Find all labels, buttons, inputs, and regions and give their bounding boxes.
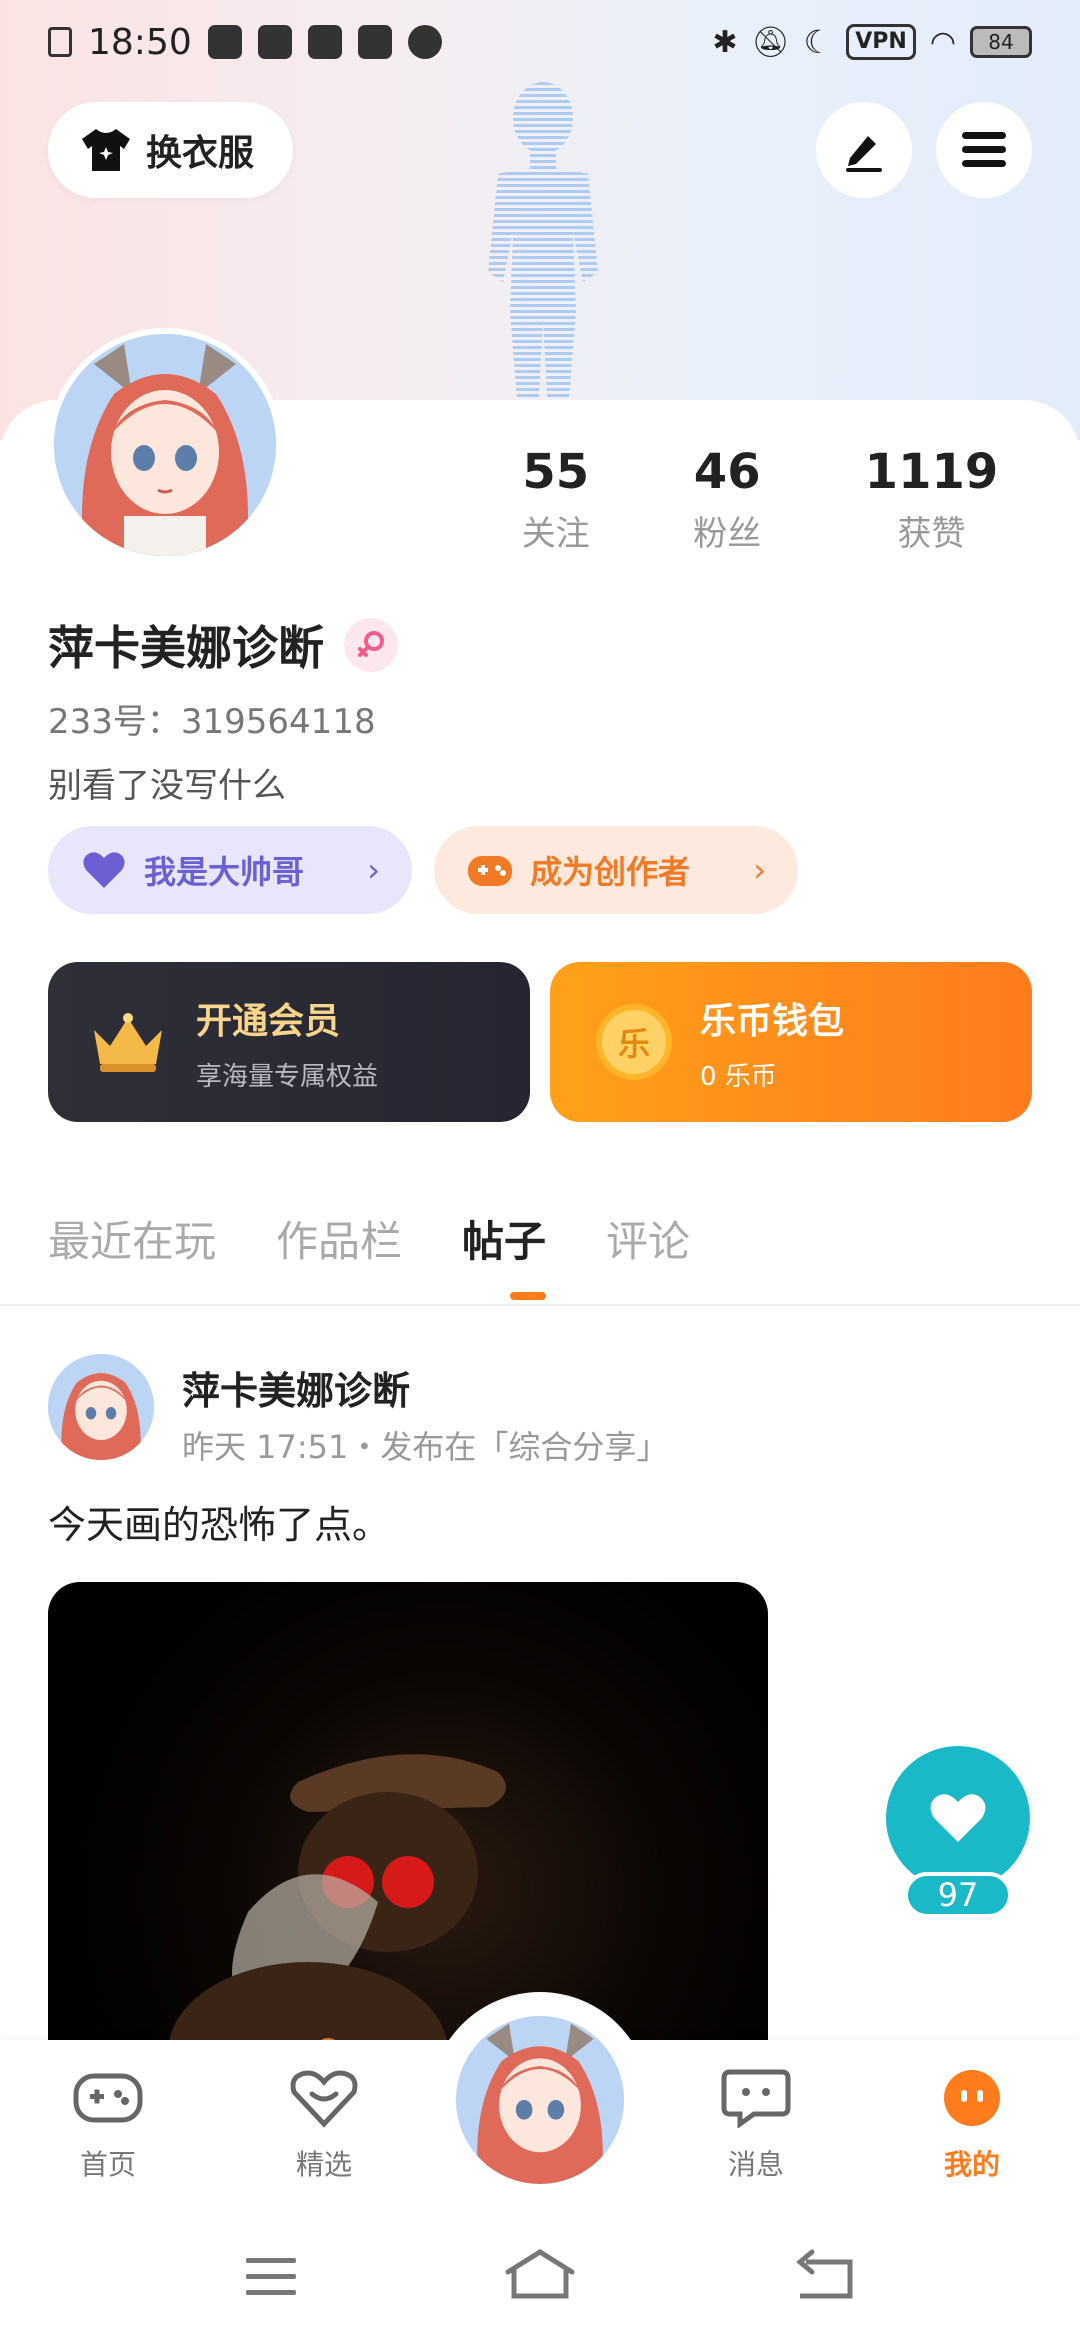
home-icon[interactable] bbox=[500, 2246, 580, 2306]
nav-me-label: 我的 bbox=[943, 2148, 1000, 2181]
stat-following[interactable]: 55 关注 bbox=[522, 444, 590, 555]
username-text: 萍卡美娜诊断 bbox=[48, 621, 324, 675]
vip-card-title: 开通会员 bbox=[196, 1000, 341, 1042]
bluetooth-icon: ✱ bbox=[712, 24, 738, 60]
app-notification-icon bbox=[207, 25, 242, 59]
face-icon bbox=[944, 2070, 1000, 2126]
anime-girl-avatar-image bbox=[456, 2016, 624, 2184]
back-icon[interactable] bbox=[790, 2246, 860, 2306]
nav-messages[interactable]: 消息 bbox=[686, 2068, 826, 2183]
battery-indicator: 84 bbox=[970, 26, 1032, 58]
menu-button[interactable] bbox=[936, 102, 1032, 198]
handsome-badge-label: 我是大帅哥 bbox=[144, 853, 305, 891]
tshirt-icon bbox=[82, 129, 130, 171]
post-author-name[interactable]: 萍卡美娜诊断 bbox=[182, 1360, 410, 1415]
stat-following-count: 55 bbox=[522, 444, 590, 500]
change-outfit-label: 换衣服 bbox=[146, 133, 255, 174]
chevron-right-icon: › bbox=[753, 851, 766, 889]
change-outfit-button[interactable]: 换衣服 bbox=[48, 102, 293, 198]
moon-icon: ☾ bbox=[803, 23, 833, 61]
gamepad-icon bbox=[468, 856, 512, 886]
stat-followers[interactable]: 46 粉丝 bbox=[693, 444, 761, 555]
stat-likes[interactable]: 1119 获赞 bbox=[865, 444, 999, 555]
mute-icon: 🔕︎ bbox=[751, 24, 790, 60]
wallet-card-title: 乐币钱包 bbox=[700, 1000, 845, 1042]
tab-comments[interactable]: 评论 bbox=[606, 1208, 690, 1269]
coin-icon-char: 乐 bbox=[617, 1025, 650, 1063]
anime-girl-avatar-image bbox=[48, 1354, 154, 1460]
recent-apps-icon[interactable] bbox=[236, 2246, 306, 2306]
edit-profile-button[interactable] bbox=[816, 102, 912, 198]
nav-featured[interactable]: 精选 bbox=[254, 2068, 394, 2183]
profile-avatar[interactable] bbox=[48, 328, 282, 562]
profile-username: 萍卡美娜诊断 bbox=[48, 612, 398, 678]
wallet-card-subtitle: 0 乐币 bbox=[700, 1061, 777, 1092]
nav-featured-label: 精选 bbox=[295, 2148, 352, 2181]
status-bar: 18:50 ✱ 🔕︎ ☾ VPN ◠ 84 bbox=[0, 0, 1080, 84]
nav-avatar-button[interactable] bbox=[456, 2016, 624, 2184]
stat-following-label: 关注 bbox=[521, 514, 590, 554]
coin-icon: 乐 bbox=[596, 1004, 672, 1080]
stat-followers-count: 46 bbox=[693, 444, 761, 500]
wifi-icon: ◠ bbox=[929, 24, 956, 60]
post-author-avatar[interactable] bbox=[48, 1354, 154, 1460]
profile-tabs: 最近在玩 作品栏 帖子 评论 bbox=[48, 1208, 690, 1269]
like-count: 97 bbox=[904, 1872, 1012, 1918]
vip-card-subtitle: 享海量专属权益 bbox=[196, 1061, 379, 1092]
crown-icon bbox=[94, 1013, 162, 1072]
system-navigation-bar bbox=[0, 2216, 1080, 2340]
stat-likes-count: 1119 bbox=[864, 444, 999, 500]
nav-home-label: 首页 bbox=[79, 2148, 136, 2181]
post-meta: 昨天 17:51・发布在「综合分享」 bbox=[182, 1428, 669, 1466]
become-creator-label: 成为创作者 bbox=[530, 853, 691, 891]
tabs-divider bbox=[0, 1304, 1080, 1306]
user-id: 233号：319564118 bbox=[48, 702, 376, 742]
handsome-badge-button[interactable]: 我是大帅哥 › bbox=[48, 826, 412, 914]
heart-icon bbox=[930, 1794, 986, 1842]
stat-likes-label: 获赞 bbox=[897, 514, 966, 554]
anime-girl-avatar-image bbox=[54, 334, 276, 556]
tab-recently-played[interactable]: 最近在玩 bbox=[48, 1208, 216, 1269]
profile-stats: 55 关注 46 粉丝 1119 获赞 bbox=[470, 444, 1050, 555]
sim-card-icon bbox=[48, 27, 72, 57]
heart-icon bbox=[83, 852, 125, 888]
vpn-badge: VPN bbox=[846, 24, 916, 60]
edit-pen-icon bbox=[846, 136, 882, 172]
app-notification-icon bbox=[357, 25, 392, 59]
active-tab-indicator bbox=[510, 1292, 546, 1300]
like-button[interactable] bbox=[886, 1746, 1030, 1890]
stat-followers-label: 粉丝 bbox=[693, 514, 762, 554]
chevron-right-icon: › bbox=[367, 851, 380, 889]
app-notification-icon bbox=[407, 25, 442, 59]
nav-home[interactable]: 首页 bbox=[38, 2068, 178, 2183]
app-notification-icon bbox=[257, 25, 292, 59]
tab-posts[interactable]: 帖子 bbox=[462, 1208, 546, 1269]
nav-messages-label: 消息 bbox=[727, 2148, 784, 2181]
nav-me[interactable]: 我的 bbox=[902, 2068, 1042, 2183]
tab-works[interactable]: 作品栏 bbox=[276, 1208, 402, 1269]
avatar-model-figure bbox=[488, 82, 598, 412]
post-text[interactable]: 今天画的恐怖了点。 bbox=[48, 1494, 390, 1549]
vip-membership-card[interactable]: 开通会员 享海量专属权益 bbox=[48, 962, 530, 1122]
gem-heart-icon bbox=[290, 2070, 358, 2128]
chat-bubble-icon bbox=[721, 2069, 791, 2129]
gamepad-icon bbox=[73, 2073, 143, 2123]
become-creator-button[interactable]: 成为创作者 › bbox=[434, 826, 798, 914]
status-time: 18:50 bbox=[88, 21, 192, 63]
hamburger-menu-icon bbox=[962, 132, 1006, 167]
user-bio: 别看了没写什么 bbox=[48, 766, 286, 806]
coin-wallet-card[interactable]: 乐 乐币钱包 0 乐币 bbox=[550, 962, 1032, 1122]
app-notification-icon bbox=[307, 25, 342, 59]
bottom-navigation: 首页 精选 消息 我的 bbox=[0, 1992, 1080, 2216]
female-gender-icon bbox=[344, 618, 398, 672]
